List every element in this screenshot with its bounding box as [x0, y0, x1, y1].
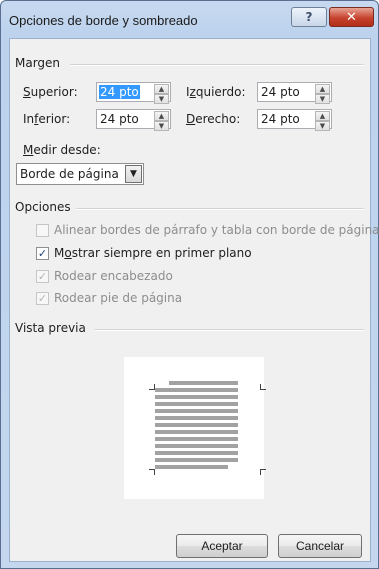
superior-up-icon[interactable]: ▲ — [154, 84, 169, 94]
corner-mark-icon — [260, 384, 266, 390]
measure-from-value: Borde de página — [20, 167, 119, 181]
preview-text-line — [169, 381, 238, 385]
preview-text-line — [155, 437, 238, 441]
preview-group-divider — [95, 329, 364, 331]
chevron-down-icon[interactable]: ▼ — [125, 165, 142, 183]
option-align-borders-label: Alinear bordes de párrafo y tabla con bo… — [54, 223, 379, 237]
option-surround-header[interactable]: ✓ Rodear encabezado — [36, 268, 173, 284]
superior-input[interactable]: 24 pto — [99, 85, 140, 99]
help-button[interactable]: ? — [291, 7, 327, 27]
izquierdo-down-icon[interactable]: ▼ — [315, 94, 330, 104]
preview-text-line — [155, 458, 238, 462]
dialog-client-area: Margen Superior: 24 pto ▲ ▼ Izquierdo: 2… — [9, 38, 379, 562]
corner-mark-icon — [260, 469, 266, 475]
inferior-up-icon[interactable]: ▲ — [154, 111, 169, 121]
option-surround-header-label: Rodear encabezado — [54, 269, 173, 283]
preview-text-line — [155, 409, 238, 413]
derecho-label: Derecho: — [186, 112, 241, 126]
preview-text-line — [155, 395, 238, 399]
superior-spinner[interactable]: 24 pto ▲ ▼ — [96, 82, 171, 104]
options-group-divider — [76, 208, 364, 210]
inferior-input[interactable]: 24 pto — [99, 112, 140, 126]
preview-text-line — [155, 444, 238, 448]
derecho-up-icon[interactable]: ▲ — [315, 111, 330, 121]
option-surround-footer[interactable]: ✓ Rodear pie de página — [36, 290, 182, 306]
superior-down-icon[interactable]: ▼ — [154, 94, 169, 104]
preview-group-label: Vista previa — [15, 321, 86, 335]
izquierdo-label: Izquierdo: — [186, 85, 246, 99]
checkbox-icon[interactable]: ✓ — [36, 269, 49, 283]
option-always-front-label: Mostrar siempre en primer plano — [54, 246, 252, 260]
option-always-front[interactable]: ✓ Mostrar siempre en primer plano — [36, 245, 252, 261]
option-surround-footer-label: Rodear pie de página — [54, 291, 183, 305]
option-align-borders[interactable]: Alinear bordes de párrafo y tabla con bo… — [36, 222, 379, 238]
ok-button[interactable]: Aceptar — [176, 534, 268, 558]
margin-group-label: Margen — [15, 56, 61, 70]
measure-from-label: Medir desde: — [23, 143, 101, 157]
corner-mark-icon — [149, 469, 155, 475]
inferior-down-icon[interactable]: ▼ — [154, 121, 169, 131]
izquierdo-up-icon[interactable]: ▲ — [315, 84, 330, 94]
dialog-window: Opciones de borde y sombreado ? ✕ Margen… — [0, 0, 379, 569]
derecho-down-icon[interactable]: ▼ — [315, 121, 330, 131]
izquierdo-spinner[interactable]: 24 pto ▲ ▼ — [257, 82, 332, 104]
preview-text-line — [155, 402, 238, 406]
checkbox-icon[interactable] — [36, 223, 49, 237]
measure-from-select[interactable]: Borde de página ▼ — [16, 163, 144, 185]
derecho-spinner[interactable]: 24 pto ▲ ▼ — [257, 109, 332, 131]
preview-text-line — [155, 465, 228, 469]
preview-text-line — [155, 416, 238, 420]
page-preview — [124, 357, 266, 499]
close-icon: ✕ — [346, 9, 357, 25]
preview-text-line — [155, 388, 238, 392]
help-icon: ? — [305, 10, 313, 24]
checkbox-icon[interactable]: ✓ — [36, 291, 49, 305]
close-button[interactable]: ✕ — [329, 7, 374, 27]
inferior-label: Inferior: — [23, 112, 71, 126]
inferior-spinner[interactable]: 24 pto ▲ ▼ — [96, 109, 171, 131]
preview-text-line — [155, 423, 238, 427]
title-bar[interactable]: Opciones de borde y sombreado ? ✕ — [1, 1, 378, 37]
dialog-title: Opciones de borde y sombreado — [9, 13, 198, 28]
margin-group-divider — [70, 64, 364, 66]
checkbox-icon[interactable]: ✓ — [36, 246, 49, 260]
izquierdo-input[interactable]: 24 pto — [260, 85, 301, 99]
preview-text-line — [155, 451, 238, 455]
cancel-button[interactable]: Cancelar — [278, 534, 362, 558]
superior-label: Superior: — [23, 85, 78, 99]
derecho-input[interactable]: 24 pto — [260, 112, 301, 126]
options-group-label: Opciones — [15, 200, 71, 214]
preview-text-line — [155, 430, 238, 434]
